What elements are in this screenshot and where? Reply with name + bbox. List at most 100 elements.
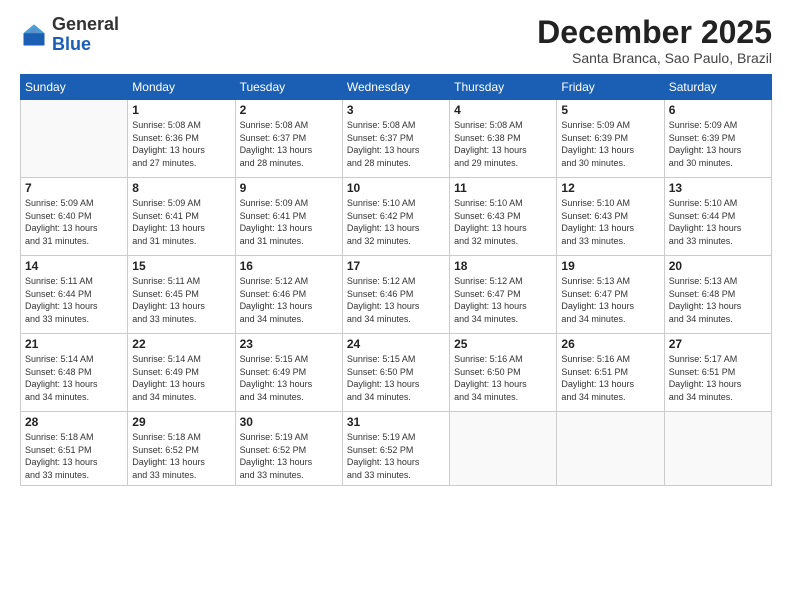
- calendar-table: SundayMondayTuesdayWednesdayThursdayFrid…: [20, 74, 772, 485]
- day-info: Sunrise: 5:12 AM Sunset: 6:46 PM Dayligh…: [347, 275, 445, 325]
- day-number: 15: [132, 259, 230, 273]
- day-number: 7: [25, 181, 123, 195]
- title-block: December 2025 Santa Branca, Sao Paulo, B…: [537, 15, 772, 66]
- day-number: 9: [240, 181, 338, 195]
- calendar-week-row: 21 Sunrise: 5:14 AM Sunset: 6:48 PM Dayli…: [21, 334, 772, 412]
- day-number: 30: [240, 415, 338, 429]
- calendar-day-cell: 19Sunrise: 5:13 AM Sunset: 6:47 PM Dayli…: [557, 256, 664, 334]
- day-info: Sunrise: 5:10 AM Sunset: 6:44 PM Dayligh…: [669, 197, 767, 247]
- day-number: 11: [454, 181, 552, 195]
- day-number: 25: [454, 337, 552, 351]
- day-number: 20: [669, 259, 767, 273]
- weekday-header: Tuesday: [235, 75, 342, 100]
- day-number: 10: [347, 181, 445, 195]
- day-info: Sunrise: 5:18 AM Sunset: 6:52 PM Dayligh…: [132, 431, 230, 481]
- day-number: 17: [347, 259, 445, 273]
- day-info: Sunrise: 5:08 AM Sunset: 6:38 PM Dayligh…: [454, 119, 552, 169]
- day-info: Sunrise: 5:17 AM Sunset: 6:51 PM Dayligh…: [669, 353, 767, 403]
- calendar-day-cell: 26 Sunrise: 5:16 AM Sunset: 6:51 PM Dayli…: [557, 334, 664, 412]
- day-info: Sunrise: 5:10 AM Sunset: 6:43 PM Dayligh…: [561, 197, 659, 247]
- day-info: Sunrise: 5:12 AM Sunset: 6:46 PM Dayligh…: [240, 275, 338, 325]
- day-info: Sunrise: 5:08 AM Sunset: 6:36 PM Dayligh…: [132, 119, 230, 169]
- calendar-day-cell: [21, 100, 128, 178]
- calendar-day-cell: 3Sunrise: 5:08 AM Sunset: 6:37 PM Daylig…: [342, 100, 449, 178]
- weekday-header: Sunday: [21, 75, 128, 100]
- day-info: Sunrise: 5:09 AM Sunset: 6:41 PM Dayligh…: [132, 197, 230, 247]
- day-number: 4: [454, 103, 552, 117]
- day-info: Sunrise: 5:09 AM Sunset: 6:39 PM Dayligh…: [669, 119, 767, 169]
- day-number: 22: [132, 337, 230, 351]
- calendar-day-cell: [664, 412, 771, 485]
- day-number: 8: [132, 181, 230, 195]
- day-number: 28: [25, 415, 123, 429]
- calendar-week-row: 1 Sunrise: 5:08 AM Sunset: 6:36 PM Daylig…: [21, 100, 772, 178]
- day-info: Sunrise: 5:12 AM Sunset: 6:47 PM Dayligh…: [454, 275, 552, 325]
- calendar-day-cell: 2 Sunrise: 5:08 AM Sunset: 6:37 PM Daylig…: [235, 100, 342, 178]
- day-info: Sunrise: 5:15 AM Sunset: 6:49 PM Dayligh…: [240, 353, 338, 403]
- day-info: Sunrise: 5:11 AM Sunset: 6:44 PM Dayligh…: [25, 275, 123, 325]
- header: General Blue December 2025 Santa Branca,…: [20, 15, 772, 66]
- day-info: Sunrise: 5:18 AM Sunset: 6:51 PM Dayligh…: [25, 431, 123, 481]
- day-info: Sunrise: 5:09 AM Sunset: 6:39 PM Dayligh…: [561, 119, 659, 169]
- day-info: Sunrise: 5:16 AM Sunset: 6:50 PM Dayligh…: [454, 353, 552, 403]
- calendar-week-row: 7Sunrise: 5:09 AM Sunset: 6:40 PM Daylig…: [21, 178, 772, 256]
- weekday-header: Wednesday: [342, 75, 449, 100]
- calendar-day-cell: [557, 412, 664, 485]
- day-number: 21: [25, 337, 123, 351]
- day-number: 27: [669, 337, 767, 351]
- day-number: 24: [347, 337, 445, 351]
- day-number: 1: [132, 103, 230, 117]
- day-info: Sunrise: 5:10 AM Sunset: 6:43 PM Dayligh…: [454, 197, 552, 247]
- day-number: 14: [25, 259, 123, 273]
- weekday-header: Thursday: [450, 75, 557, 100]
- day-info: Sunrise: 5:15 AM Sunset: 6:50 PM Dayligh…: [347, 353, 445, 403]
- day-number: 26: [561, 337, 659, 351]
- day-info: Sunrise: 5:16 AM Sunset: 6:51 PM Dayligh…: [561, 353, 659, 403]
- calendar-day-cell: 14 Sunrise: 5:11 AM Sunset: 6:44 PM Dayli…: [21, 256, 128, 334]
- calendar-day-cell: 15 Sunrise: 5:11 AM Sunset: 6:45 PM Dayli…: [128, 256, 235, 334]
- day-number: 31: [347, 415, 445, 429]
- calendar-header-row: SundayMondayTuesdayWednesdayThursdayFrid…: [21, 75, 772, 100]
- calendar-day-cell: 24 Sunrise: 5:15 AM Sunset: 6:50 PM Dayli…: [342, 334, 449, 412]
- calendar-day-cell: 8 Sunrise: 5:09 AM Sunset: 6:41 PM Daylig…: [128, 178, 235, 256]
- calendar-day-cell: 11 Sunrise: 5:10 AM Sunset: 6:43 PM Dayli…: [450, 178, 557, 256]
- month-title: December 2025: [537, 15, 772, 50]
- day-number: 6: [669, 103, 767, 117]
- calendar-day-cell: 23 Sunrise: 5:15 AM Sunset: 6:49 PM Dayli…: [235, 334, 342, 412]
- day-info: Sunrise: 5:14 AM Sunset: 6:49 PM Dayligh…: [132, 353, 230, 403]
- weekday-header: Monday: [128, 75, 235, 100]
- day-number: 3: [347, 103, 445, 117]
- calendar-day-cell: 16 Sunrise: 5:12 AM Sunset: 6:46 PM Dayli…: [235, 256, 342, 334]
- calendar-day-cell: 1 Sunrise: 5:08 AM Sunset: 6:36 PM Daylig…: [128, 100, 235, 178]
- calendar-day-cell: 20Sunrise: 5:13 AM Sunset: 6:48 PM Dayli…: [664, 256, 771, 334]
- calendar-day-cell: 10 Sunrise: 5:10 AM Sunset: 6:42 PM Dayli…: [342, 178, 449, 256]
- calendar-day-cell: 7Sunrise: 5:09 AM Sunset: 6:40 PM Daylig…: [21, 178, 128, 256]
- day-number: 2: [240, 103, 338, 117]
- day-number: 13: [669, 181, 767, 195]
- calendar-day-cell: 6 Sunrise: 5:09 AM Sunset: 6:39 PM Daylig…: [664, 100, 771, 178]
- calendar-week-row: 28 Sunrise: 5:18 AM Sunset: 6:51 PM Dayli…: [21, 412, 772, 485]
- day-number: 16: [240, 259, 338, 273]
- day-number: 5: [561, 103, 659, 117]
- logo: General Blue: [20, 15, 119, 55]
- day-number: 18: [454, 259, 552, 273]
- day-info: Sunrise: 5:19 AM Sunset: 6:52 PM Dayligh…: [347, 431, 445, 481]
- day-number: 23: [240, 337, 338, 351]
- day-info: Sunrise: 5:08 AM Sunset: 6:37 PM Dayligh…: [240, 119, 338, 169]
- day-info: Sunrise: 5:13 AM Sunset: 6:47 PM Dayligh…: [561, 275, 659, 325]
- weekday-header: Friday: [557, 75, 664, 100]
- calendar-day-cell: 21 Sunrise: 5:14 AM Sunset: 6:48 PM Dayli…: [21, 334, 128, 412]
- day-info: Sunrise: 5:10 AM Sunset: 6:42 PM Dayligh…: [347, 197, 445, 247]
- day-info: Sunrise: 5:11 AM Sunset: 6:45 PM Dayligh…: [132, 275, 230, 325]
- calendar-day-cell: 18 Sunrise: 5:12 AM Sunset: 6:47 PM Dayli…: [450, 256, 557, 334]
- calendar-day-cell: 12Sunrise: 5:10 AM Sunset: 6:43 PM Dayli…: [557, 178, 664, 256]
- weekday-header: Saturday: [664, 75, 771, 100]
- calendar-day-cell: 22 Sunrise: 5:14 AM Sunset: 6:49 PM Dayli…: [128, 334, 235, 412]
- day-info: Sunrise: 5:19 AM Sunset: 6:52 PM Dayligh…: [240, 431, 338, 481]
- calendar-day-cell: 9 Sunrise: 5:09 AM Sunset: 6:41 PM Daylig…: [235, 178, 342, 256]
- calendar-day-cell: 25 Sunrise: 5:16 AM Sunset: 6:50 PM Dayli…: [450, 334, 557, 412]
- calendar-day-cell: 17 Sunrise: 5:12 AM Sunset: 6:46 PM Dayli…: [342, 256, 449, 334]
- day-info: Sunrise: 5:14 AM Sunset: 6:48 PM Dayligh…: [25, 353, 123, 403]
- logo-text: General Blue: [52, 15, 119, 55]
- day-info: Sunrise: 5:09 AM Sunset: 6:41 PM Dayligh…: [240, 197, 338, 247]
